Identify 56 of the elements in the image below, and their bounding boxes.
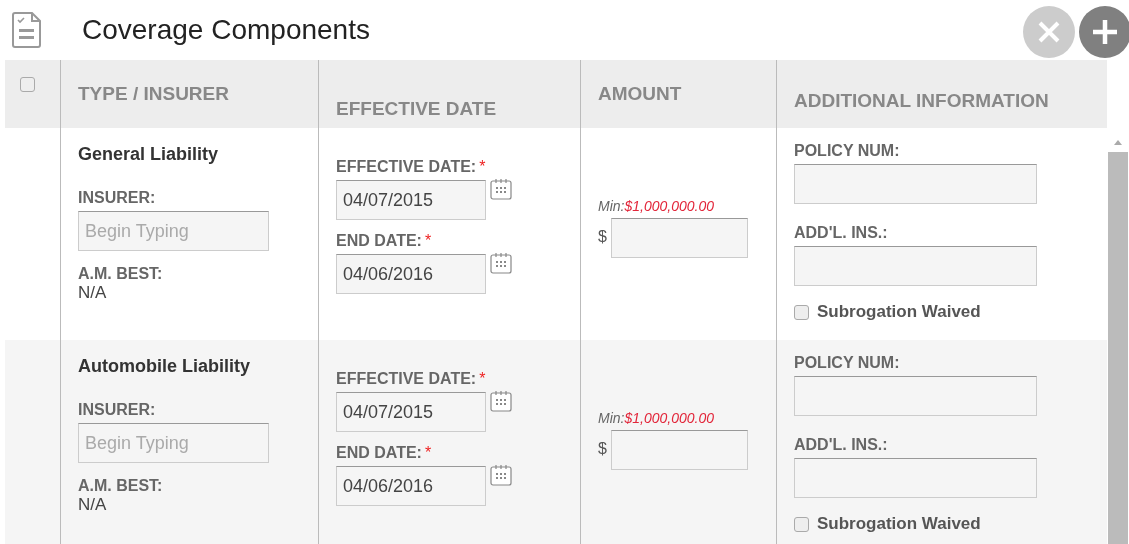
field-label: A.M. BEST: [78,265,163,283]
additional-insured-field[interactable] [794,458,1037,498]
minimum-label: Min: [598,198,625,214]
scroll-up-icon[interactable] [1113,138,1123,146]
column-header: AMOUNT [598,83,682,105]
field-label: POLICY NUM: [794,142,900,160]
minimum-amount: $1,000,000.00 [624,198,714,214]
add-button[interactable] [1079,6,1129,58]
additional-insured-field[interactable] [794,246,1037,286]
amount-field[interactable] [610,218,748,258]
currency-sign: $ [598,440,607,458]
subrogation-checkbox[interactable] [794,516,809,532]
document-icon [12,12,42,48]
field-label: POLICY NUM: [794,354,900,372]
amount-field[interactable] [610,430,748,470]
field-label: A.M. BEST: [78,477,163,495]
minimum-amount: $1,000,000.00 [624,410,714,426]
column-header: TYPE / INSURER [78,83,229,105]
am-best-value: N/A [78,495,107,515]
field-label: EFFECTIVE DATE: [336,370,477,388]
required-mark: * [424,444,432,462]
field-label: ADD'L. INS.: [794,224,888,242]
effective-date-field[interactable]: 04/07/2015 [336,180,486,220]
minimum-label: Min: [598,410,625,426]
currency-sign: $ [598,228,607,246]
field-label: INSURER: [78,189,156,207]
select-all-checkbox[interactable] [20,77,35,92]
required-mark: * [479,158,486,176]
column-header: EFFECTIVE DATE [336,98,497,120]
calendar-icon[interactable] [490,178,512,200]
field-label: END DATE: [336,444,422,462]
field-label: INSURER: [78,401,156,419]
field-label: END DATE: [336,232,422,250]
coverage-type: Automobile Liability [78,356,250,377]
checkbox-label: Subrogation Waived [817,302,981,322]
checkbox-label: Subrogation Waived [817,514,981,534]
calendar-icon[interactable] [490,464,512,486]
required-mark: * [479,370,486,388]
calendar-icon[interactable] [490,390,512,412]
policy-number-field[interactable] [794,164,1037,204]
column-header: ADDITIONAL INFORMATION [794,90,1049,112]
required-mark: * [424,232,432,250]
coverage-type: General Liability [78,144,219,165]
section-title: Coverage Components [82,14,370,46]
end-date-field[interactable]: 04/06/2016 [336,466,486,506]
insurer-field[interactable]: Begin Typing [78,423,269,463]
am-best-value: N/A [78,283,107,303]
insurer-field[interactable]: Begin Typing [78,211,269,251]
calendar-icon[interactable] [490,252,512,274]
field-label: ADD'L. INS.: [794,436,888,454]
close-button[interactable] [1023,6,1075,58]
policy-number-field[interactable] [794,376,1037,416]
end-date-field[interactable]: 04/06/2016 [336,254,486,294]
effective-date-field[interactable]: 04/07/2015 [336,392,486,432]
field-label: EFFECTIVE DATE: [336,158,477,176]
subrogation-checkbox[interactable] [794,304,809,320]
